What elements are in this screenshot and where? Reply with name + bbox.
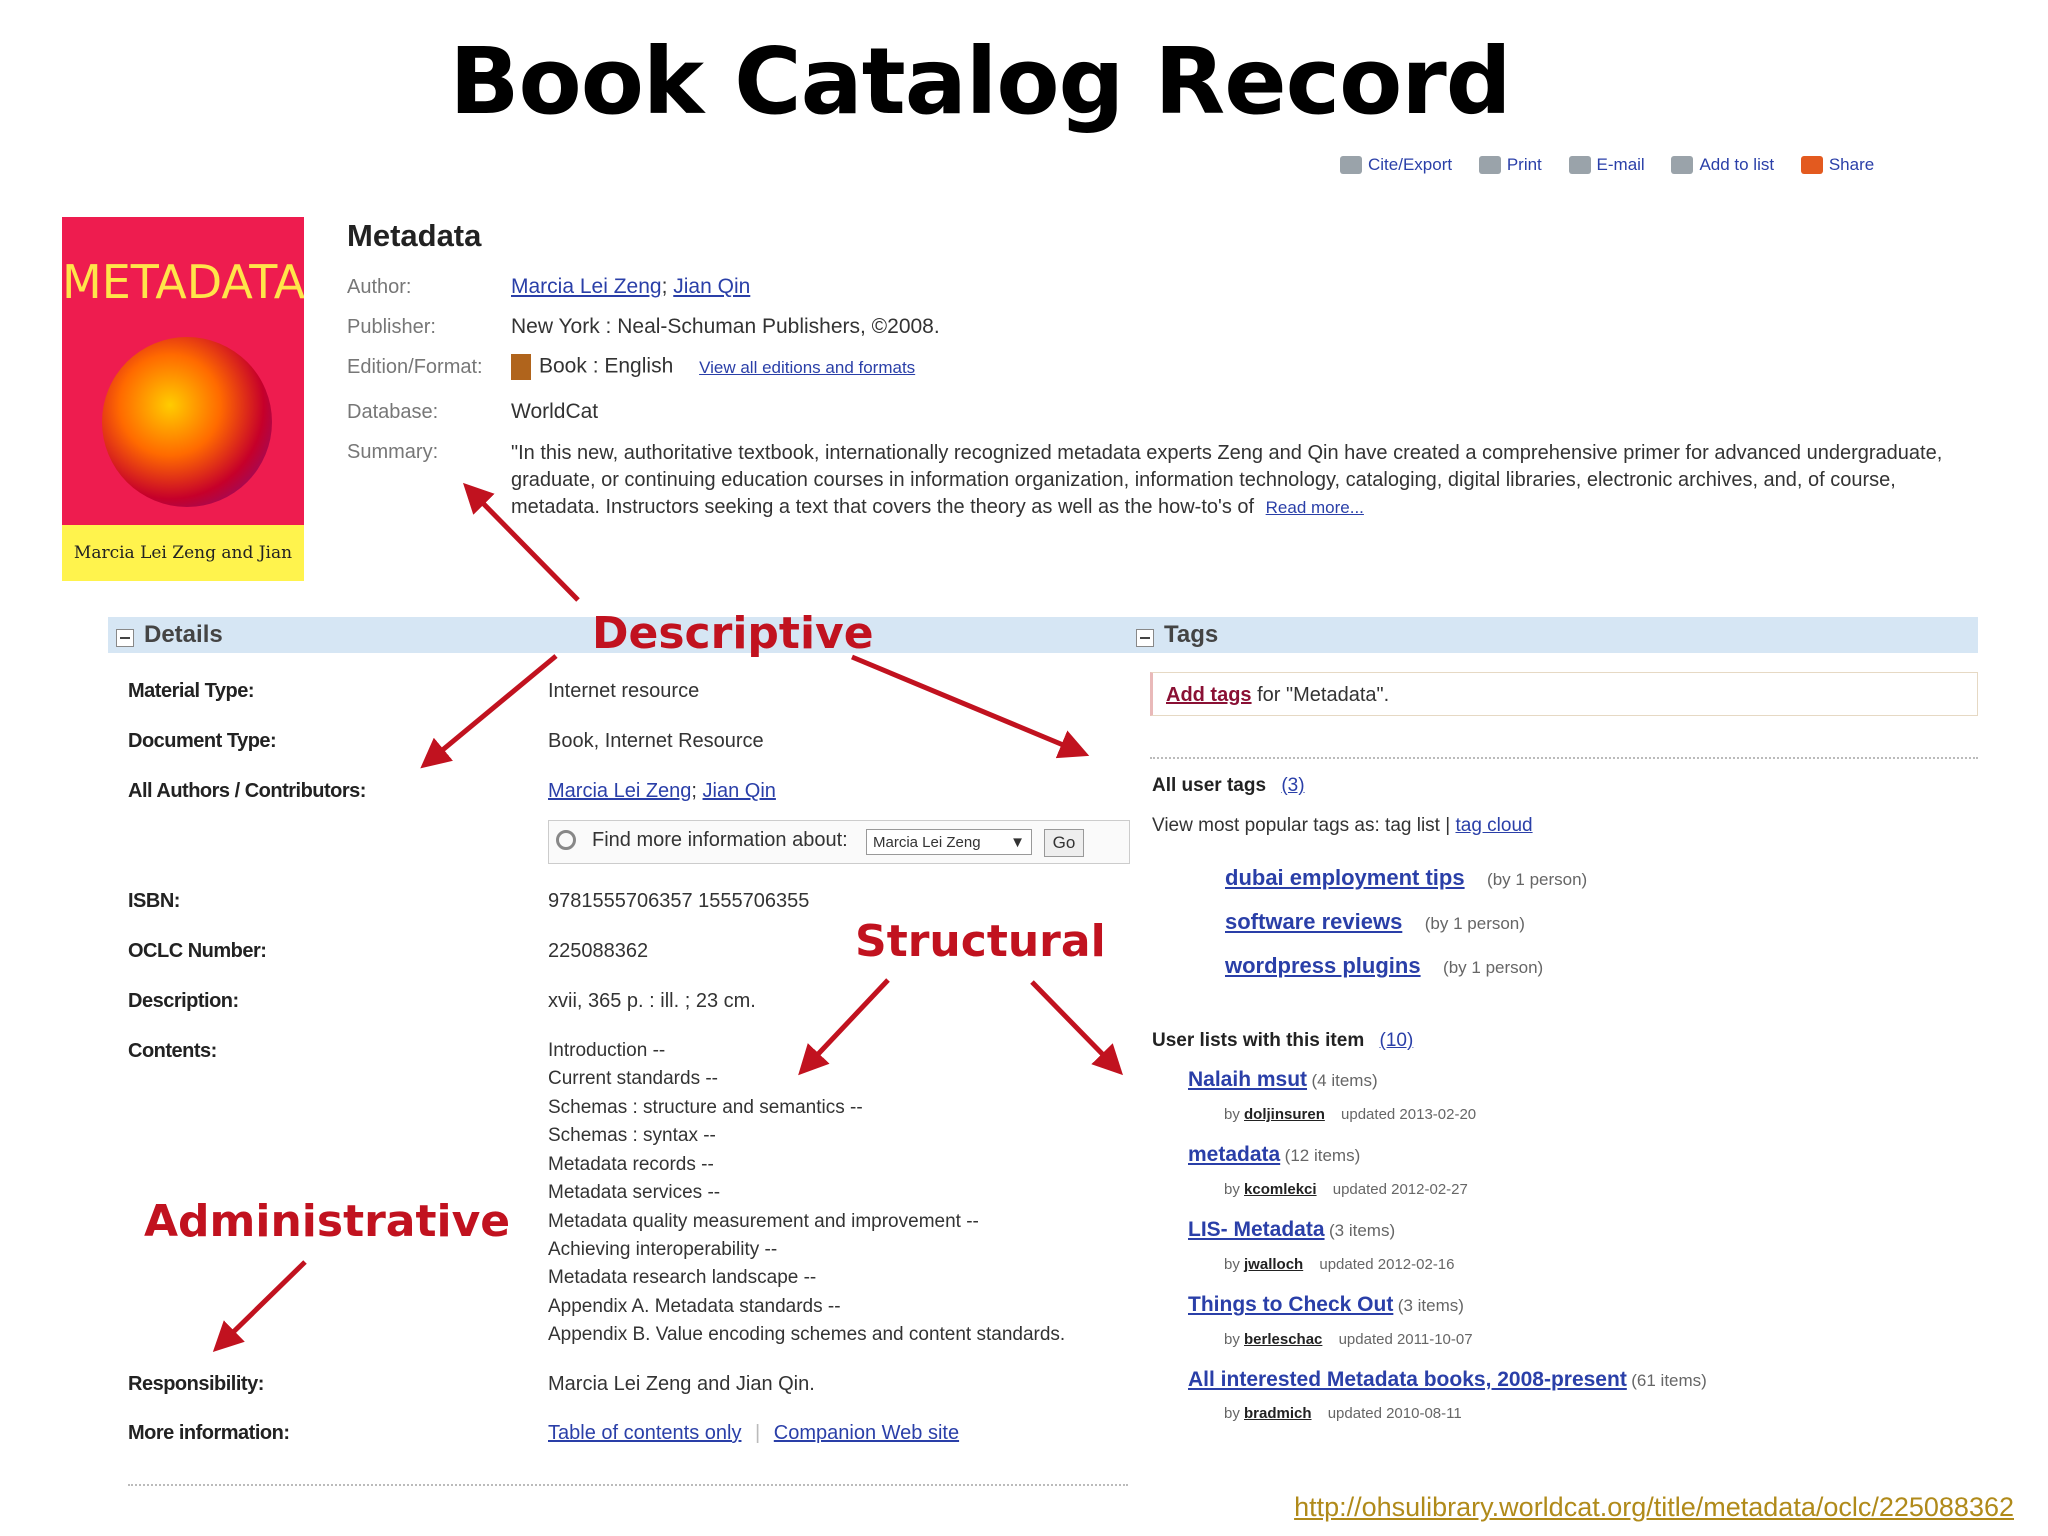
- annotation-structural: Structural: [855, 916, 1106, 967]
- annotation-descriptive: Descriptive: [592, 608, 874, 659]
- annotation-administrative: Administrative: [144, 1196, 511, 1247]
- arrow-to-contents: [798, 978, 890, 1076]
- source-url-link[interactable]: http://ohsulibrary.worldcat.org/title/me…: [1294, 1492, 2014, 1523]
- arrow-to-summary: [462, 482, 580, 602]
- arrow-to-details: [420, 654, 558, 769]
- annotation-arrows: [212, 482, 1123, 1352]
- arrow-to-responsibility: [212, 1260, 307, 1352]
- arrow-to-tags: [851, 654, 1090, 759]
- arrow-to-user-lists: [1030, 980, 1123, 1076]
